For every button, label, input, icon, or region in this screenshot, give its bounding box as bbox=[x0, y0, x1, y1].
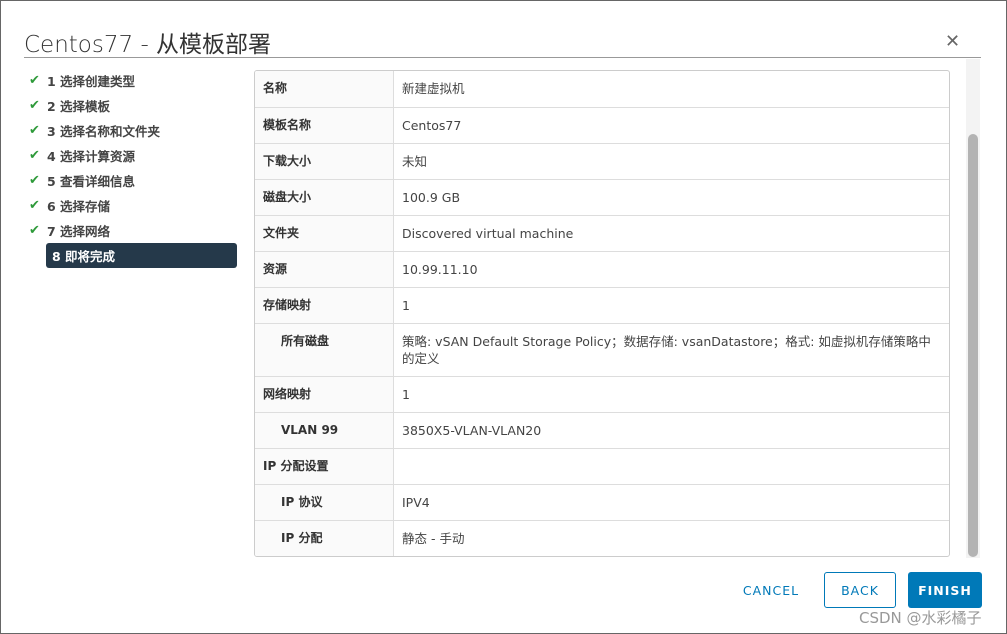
scrollbar[interactable] bbox=[966, 59, 980, 558]
table-row: 名称 新建虚拟机 bbox=[255, 71, 949, 107]
table-row: 磁盘大小 100.9 GB bbox=[255, 178, 949, 215]
watermark: CSDN @水彩橘子 bbox=[859, 609, 982, 627]
wizard-step-5[interactable]: ✔ 5 查看详细信息 bbox=[29, 168, 237, 193]
check-icon: ✔ bbox=[29, 173, 40, 188]
table-row: IP 协议 IPV4 bbox=[255, 483, 949, 520]
row-value: 100.9 GB bbox=[402, 189, 461, 205]
table-row: 下载大小 未知 bbox=[255, 142, 949, 179]
table-row: IP 分配 静态 - 手动 bbox=[255, 519, 949, 556]
row-value: 策略: vSAN Default Storage Policy；数据存储: vs… bbox=[402, 333, 931, 366]
row-label: 资源 bbox=[255, 251, 394, 287]
table-row: IP 分配设置 bbox=[255, 447, 949, 484]
row-value: 未知 bbox=[402, 153, 428, 169]
row-value: 1 bbox=[402, 386, 410, 402]
row-value: 静态 - 手动 bbox=[402, 530, 465, 546]
check-icon: ✔ bbox=[29, 123, 40, 138]
row-value: IPV4 bbox=[402, 494, 430, 510]
step-label: 8 即将完成 bbox=[52, 249, 116, 264]
step-label: 7 选择网络 bbox=[47, 224, 111, 239]
title-divider bbox=[24, 57, 981, 58]
wizard-step-2[interactable]: ✔ 2 选择模板 bbox=[29, 93, 237, 118]
wizard-step-8[interactable]: 8 即将完成 bbox=[46, 243, 237, 268]
row-value: Discovered virtual machine bbox=[402, 225, 574, 241]
row-value: 1 bbox=[402, 297, 410, 313]
row-label: IP 协议 bbox=[255, 484, 394, 520]
close-icon[interactable]: ✕ bbox=[945, 31, 960, 52]
wizard-step-6[interactable]: ✔ 6 选择存储 bbox=[29, 193, 237, 218]
step-label: 3 选择名称和文件夹 bbox=[47, 124, 161, 139]
row-label: IP 分配设置 bbox=[255, 448, 394, 484]
row-label: 磁盘大小 bbox=[255, 179, 394, 215]
row-label: 所有磁盘 bbox=[255, 323, 394, 376]
table-row: 存储映射 1 bbox=[255, 286, 949, 323]
row-label: 文件夹 bbox=[255, 215, 394, 251]
row-value: 新建虚拟机 bbox=[402, 81, 465, 96]
step-label: 4 选择计算资源 bbox=[47, 149, 136, 164]
step-label: 5 查看详细信息 bbox=[47, 174, 136, 189]
table-row: 所有磁盘 策略: vSAN Default Storage Policy；数据存储… bbox=[255, 322, 949, 376]
table-row: 资源 10.99.11.10 bbox=[255, 250, 949, 287]
wizard-step-1[interactable]: ✔ 1 选择创建类型 bbox=[29, 68, 237, 93]
back-button[interactable]: BACK bbox=[824, 572, 896, 608]
row-label: 存储映射 bbox=[255, 287, 394, 323]
row-value bbox=[394, 449, 949, 484]
row-value: 3850X5-VLAN-VLAN20 bbox=[402, 422, 542, 438]
table-row: VLAN 99 3850X5-VLAN-VLAN20 bbox=[255, 411, 949, 448]
scrollbar-thumb[interactable] bbox=[968, 134, 978, 557]
table-row: 文件夹 Discovered virtual machine bbox=[255, 214, 949, 251]
wizard-steps: ✔ 1 选择创建类型 ✔ 2 选择模板 ✔ 3 选择名称和文件夹 ✔ 4 选择计算资源 ✔ 5 查… bbox=[29, 68, 237, 268]
check-icon: ✔ bbox=[29, 73, 40, 88]
check-icon: ✔ bbox=[29, 148, 40, 163]
check-icon: ✔ bbox=[29, 98, 40, 113]
wizard-step-7[interactable]: ✔ 7 选择网络 bbox=[29, 218, 237, 243]
dialog-title: Centos77 - 从模板部署 bbox=[24, 32, 272, 58]
check-icon: ✔ bbox=[29, 223, 40, 238]
check-icon: ✔ bbox=[29, 198, 40, 213]
step-label: 2 选择模板 bbox=[47, 99, 111, 114]
row-label: VLAN 99 bbox=[255, 412, 394, 448]
row-label: IP 分配 bbox=[255, 520, 394, 556]
row-label: 下载大小 bbox=[255, 143, 394, 179]
step-label: 6 选择存储 bbox=[47, 199, 111, 214]
cancel-button[interactable]: CANCEL bbox=[736, 572, 806, 608]
row-value: Centos77 bbox=[402, 117, 462, 133]
row-label: 网络映射 bbox=[255, 376, 394, 412]
row-label: 模板名称 bbox=[255, 107, 394, 143]
wizard-step-4[interactable]: ✔ 4 选择计算资源 bbox=[29, 143, 237, 168]
summary-table: 名称 新建虚拟机 模板名称 Centos77 下载大小 未知 磁盘大小 100.9 GB 文件夹… bbox=[254, 70, 950, 557]
row-label: 名称 bbox=[255, 71, 394, 107]
wizard-step-3[interactable]: ✔ 3 选择名称和文件夹 bbox=[29, 118, 237, 143]
row-value: 10.99.11.10 bbox=[402, 261, 478, 277]
step-label: 1 选择创建类型 bbox=[47, 74, 136, 89]
table-row: 模板名称 Centos77 bbox=[255, 106, 949, 143]
table-row: 网络映射 1 bbox=[255, 375, 949, 412]
finish-button[interactable]: FINISH bbox=[908, 572, 982, 608]
